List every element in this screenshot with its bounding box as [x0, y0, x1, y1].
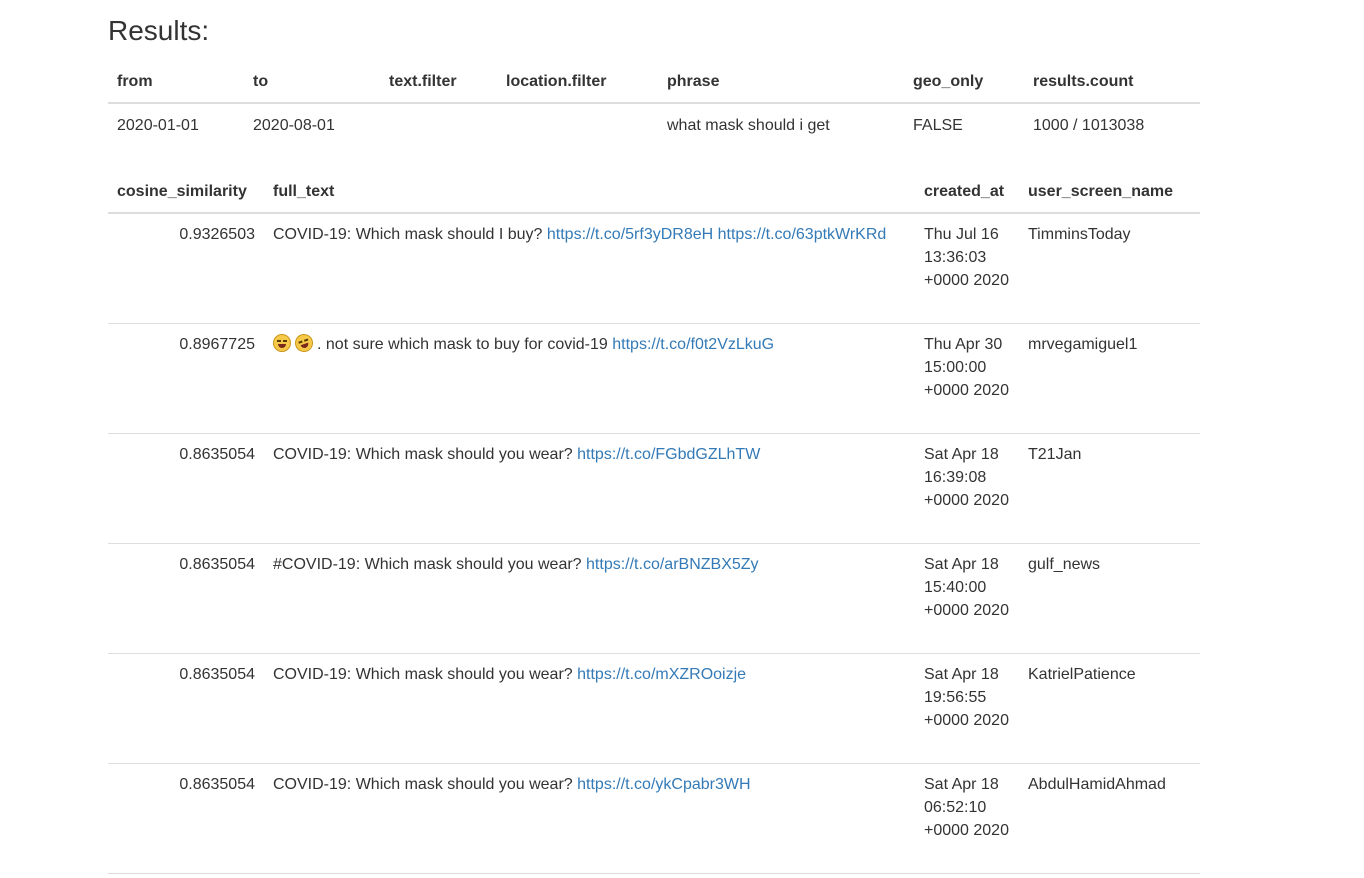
face-with-tears-of-joy-icon	[273, 333, 291, 352]
params-table: from to text.filter location.filter phra…	[108, 57, 1200, 147]
tweet-text: COVID-19: Which mask should you wear?	[273, 445, 573, 463]
page-title: Results:	[108, 15, 210, 46]
tweet-link[interactable]: https://t.co/f0t2VzLkuG	[612, 336, 774, 353]
param-header-to: to	[244, 57, 380, 104]
full-text-cell: . not sure which mask to buy for covid-1…	[264, 323, 915, 434]
tweet-text: COVID-19: Which mask should you wear?	[273, 775, 573, 793]
param-value-geo-only: FALSE	[913, 117, 963, 134]
user-screen-name-cell: gulf_news	[1019, 543, 1200, 654]
params-header-row: from to text.filter location.filter phra…	[108, 57, 1200, 104]
user-screen-name-cell: AbdulHamidAhmad	[1019, 763, 1200, 874]
param-header-phrase: phrase	[658, 57, 904, 104]
param-value-to: 2020-08-01	[253, 117, 335, 134]
cosine-similarity-cell: 0.8967725	[108, 323, 264, 434]
tweet-link[interactable]: https://t.co/63ptkWrKRd	[718, 226, 887, 243]
param-value-from: 2020-01-01	[117, 117, 199, 134]
param-header-location-filter: location.filter	[497, 57, 658, 104]
table-row: 0.9326503 COVID-19: Which mask should I b…	[108, 213, 1200, 324]
param-value-text-filter	[380, 103, 497, 147]
param-value-phrase: what mask should i get	[667, 117, 830, 134]
param-header-from: from	[108, 57, 244, 104]
created-at-cell: Sat Apr 18 19:56:55 +0000 2020	[915, 653, 1019, 764]
params-value-row: 2020-01-01 2020-08-01 what mask should i…	[108, 103, 1200, 147]
rolling-on-floor-laughing-icon	[292, 330, 316, 355]
user-screen-name-cell: TimminsToday	[1019, 213, 1200, 324]
full-text-cell: COVID-19: Which mask should I buy? https…	[264, 213, 915, 324]
user-screen-name-cell: KatrielPatience	[1019, 653, 1200, 764]
param-header-results-count: results.count	[1024, 57, 1200, 104]
cosine-similarity-cell: 0.9326503	[108, 213, 264, 324]
created-at-cell: Thu Apr 30 15:00:00 +0000 2020	[915, 323, 1019, 434]
param-value-location-filter	[497, 103, 658, 147]
results-body: 0.9326503 COVID-19: Which mask should I b…	[108, 213, 1200, 874]
cosine-similarity-cell: 0.8635054	[108, 433, 264, 544]
cosine-similarity-cell: 0.8635054	[108, 653, 264, 764]
col-header-cosine-similarity: cosine_similarity	[108, 159, 264, 214]
col-header-created-at: created_at	[915, 159, 1019, 214]
table-row: 0.8635054 COVID-19: Which mask should you…	[108, 763, 1200, 874]
cosine-similarity-cell: 0.8635054	[108, 763, 264, 874]
cosine-similarity-cell: 0.8635054	[108, 543, 264, 654]
col-header-full-text: full_text	[264, 159, 915, 214]
user-screen-name-cell: T21Jan	[1019, 433, 1200, 544]
user-screen-name-cell: mrvegamiguel1	[1019, 323, 1200, 434]
param-header-text-filter: text.filter	[380, 57, 497, 104]
created-at-cell: Thu Jul 16 13:36:03 +0000 2020	[915, 213, 1019, 324]
tweet-link[interactable]: https://t.co/FGbdGZLhTW	[577, 446, 760, 463]
created-at-cell: Sat Apr 18 16:39:08 +0000 2020	[915, 433, 1019, 544]
results-page: Results: from to text.filter location.fi…	[108, 0, 1200, 874]
results-header-row: cosine_similarity full_text created_at u…	[108, 159, 1200, 214]
tweet-link[interactable]: https://t.co/ykCpabr3WH	[577, 776, 750, 793]
table-row: 0.8967725 . not sure which mask to buy fo…	[108, 323, 1200, 434]
created-at-cell: Sat Apr 18 15:40:00 +0000 2020	[915, 543, 1019, 654]
tweet-link[interactable]: https://t.co/mXZROoizje	[577, 666, 746, 683]
full-text-cell: COVID-19: Which mask should you wear? ht…	[264, 763, 915, 874]
tweet-text: . not sure which mask to buy for covid-1…	[317, 335, 608, 353]
full-text-cell: #COVID-19: Which mask should you wear? h…	[264, 543, 915, 654]
tweet-link[interactable]: https://t.co/arBNZBX5Zy	[586, 556, 759, 573]
col-header-user-screen-name: user_screen_name	[1019, 159, 1200, 214]
tweet-link[interactable]: https://t.co/5rf3yDR8eH	[547, 226, 713, 243]
tweet-text: COVID-19: Which mask should you wear?	[273, 665, 573, 683]
tweet-text: #COVID-19: Which mask should you wear?	[273, 555, 582, 573]
tweet-text: COVID-19: Which mask should I buy?	[273, 226, 543, 243]
param-header-geo-only: geo_only	[904, 57, 1024, 104]
table-row: 0.8635054 #COVID-19: Which mask should yo…	[108, 543, 1200, 654]
param-value-results-count: 1000 / 1013038	[1033, 117, 1145, 134]
full-text-cell: COVID-19: Which mask should you wear? ht…	[264, 653, 915, 764]
results-table: cosine_similarity full_text created_at u…	[108, 159, 1200, 874]
created-at-cell: Sat Apr 18 06:52:10 +0000 2020	[915, 763, 1019, 874]
full-text-cell: COVID-19: Which mask should you wear? ht…	[264, 433, 915, 544]
table-row: 0.8635054 COVID-19: Which mask should you…	[108, 653, 1200, 764]
table-row: 0.8635054 COVID-19: Which mask should you…	[108, 433, 1200, 544]
